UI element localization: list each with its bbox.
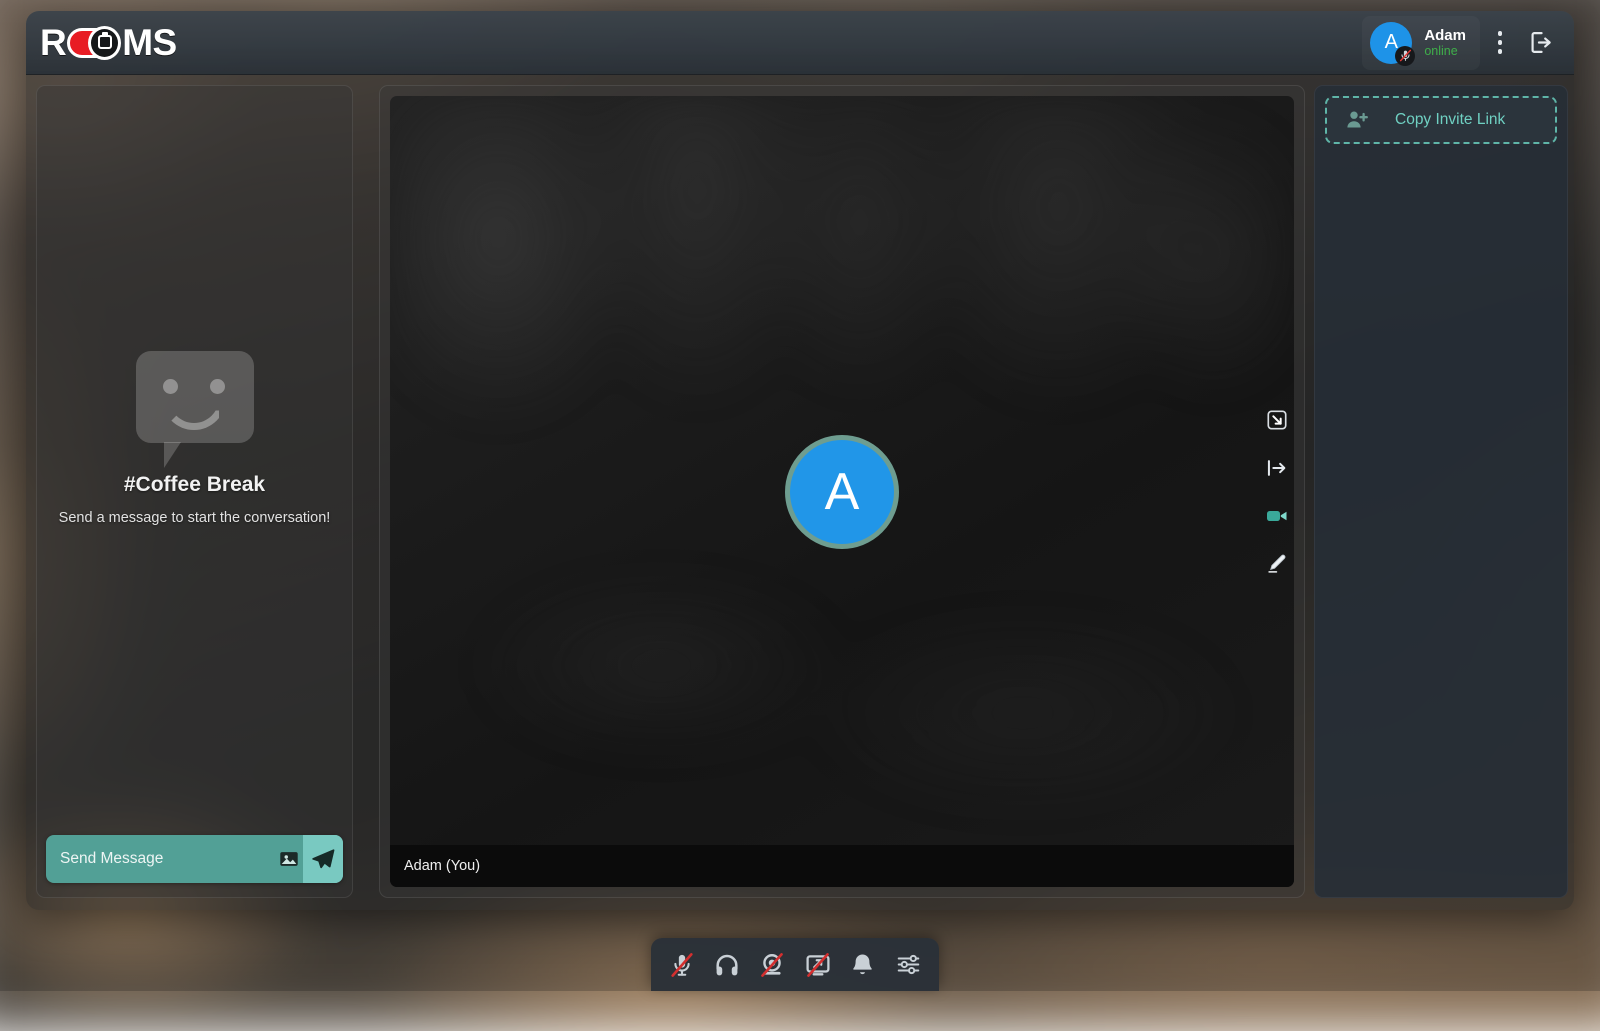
- kebab-menu-icon[interactable]: [1480, 21, 1520, 65]
- user-meta: Adam online: [1424, 27, 1466, 59]
- header-right-group: A Adam online: [1362, 16, 1560, 70]
- resize-collapse-button[interactable]: [1262, 405, 1292, 435]
- call-controls-toolbar: [651, 938, 939, 991]
- chat-empty-subtitle: Send a message to start the conversation…: [59, 510, 331, 526]
- brand-logo-text-left: R: [40, 24, 66, 61]
- participant-avatar: A: [785, 435, 899, 549]
- toggle-audio-output-button[interactable]: [708, 946, 746, 984]
- pin-move-button[interactable]: [1262, 453, 1292, 483]
- participants-sidebar: Copy Invite Link: [1314, 85, 1568, 898]
- settings-button[interactable]: [889, 946, 927, 984]
- avatar: A: [1370, 22, 1412, 64]
- app-window: R MS A: [26, 11, 1574, 910]
- toggle-microphone-button[interactable]: [663, 946, 701, 984]
- copy-invite-link-label: Copy Invite Link: [1395, 111, 1505, 129]
- chat-empty-state: #Coffee Break Send a message to start th…: [37, 86, 352, 835]
- app-body: #Coffee Break Send a message to start th…: [26, 75, 1574, 910]
- video-stage: A Adam (You): [379, 85, 1305, 898]
- brand-logo-camera-icon: [67, 26, 121, 60]
- mic-muted-icon: [1395, 46, 1415, 66]
- toggle-screenshare-button[interactable]: [799, 946, 837, 984]
- message-input[interactable]: [46, 835, 274, 883]
- image-icon[interactable]: [274, 835, 303, 883]
- brand-logo-text-right: MS: [122, 24, 177, 61]
- page-title: #Coffee Break: [124, 473, 265, 497]
- chat-panel: #Coffee Break Send a message to start th…: [36, 85, 353, 898]
- person-plus-icon: [1345, 108, 1369, 132]
- participant-name-label: Adam (You): [404, 858, 480, 874]
- logout-icon[interactable]: [1520, 21, 1560, 65]
- notifications-button[interactable]: [844, 946, 882, 984]
- annotate-button[interactable]: [1262, 549, 1292, 579]
- brand-logo[interactable]: R MS: [40, 22, 177, 64]
- toggle-webcam-button[interactable]: [753, 946, 791, 984]
- video-name-bar: Adam (You): [390, 845, 1294, 887]
- toggle-camera-button[interactable]: [1262, 501, 1292, 531]
- video-tile[interactable]: A Adam (You): [390, 96, 1294, 887]
- stage-controls: [1262, 405, 1292, 579]
- user-profile-chip[interactable]: A Adam online: [1362, 16, 1480, 70]
- message-composer: [46, 835, 343, 883]
- copy-invite-link-button[interactable]: Copy Invite Link: [1325, 96, 1557, 144]
- send-paper-plane-icon[interactable]: [303, 835, 343, 883]
- status-badge: online: [1424, 44, 1466, 58]
- user-name: Adam: [1424, 27, 1466, 44]
- app-header: R MS A: [26, 11, 1574, 75]
- smiley-speech-bubble-icon: [136, 351, 254, 443]
